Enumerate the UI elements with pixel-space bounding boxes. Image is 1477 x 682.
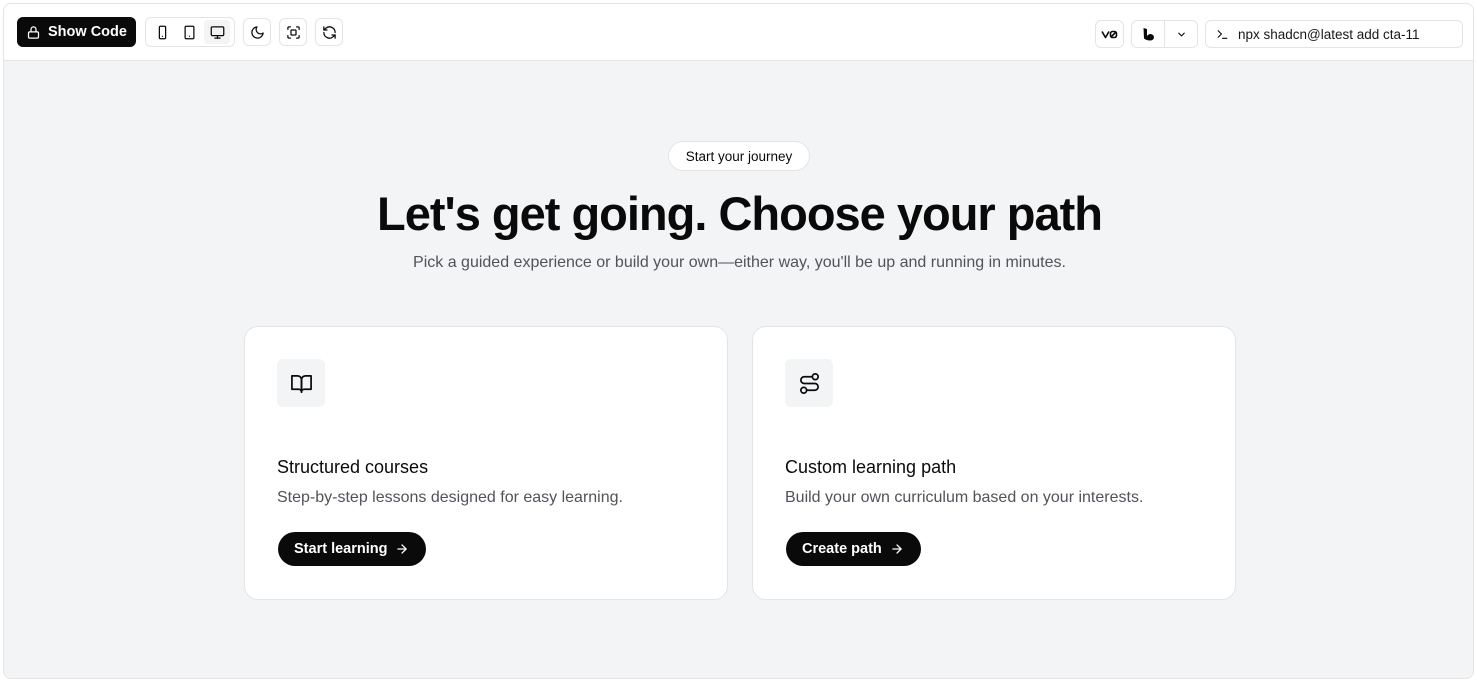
- lock-icon: [27, 25, 40, 39]
- refresh-button[interactable]: [315, 18, 343, 46]
- moon-icon: [250, 25, 264, 39]
- monitor-icon: [210, 25, 225, 39]
- card-custom-learning-path: Custom learning path Build your own curr…: [752, 326, 1236, 600]
- page-title: Let's get going. Choose your path: [377, 187, 1103, 240]
- card-title: Structured courses: [277, 457, 429, 477]
- book-open-icon: [290, 374, 312, 393]
- desktop-view-button[interactable]: [204, 20, 231, 44]
- show-code-label: Show Code: [48, 24, 127, 40]
- v0-logo-icon: [1101, 30, 1118, 38]
- route-icon: [799, 372, 819, 394]
- terminal-icon: [1217, 29, 1228, 39]
- scan-icon: [286, 25, 300, 39]
- toolbar: Show Code npx shadcn@latest add cta-11: [4, 4, 1473, 61]
- arrow-right-icon: [397, 544, 408, 554]
- refresh-icon: [322, 25, 336, 39]
- card-description: Build your own curriculum based on your …: [785, 489, 1144, 506]
- cli-command-text: npx shadcn@latest add cta-11: [1238, 26, 1420, 42]
- show-code-button[interactable]: Show Code: [17, 17, 136, 47]
- open-in-dropdown-button[interactable]: [1164, 21, 1197, 47]
- card-icon-container: [277, 359, 325, 407]
- device-switcher: [145, 17, 235, 47]
- create-path-button[interactable]: Create path: [786, 532, 921, 566]
- smartphone-icon: [158, 25, 167, 39]
- cta-section: Start your journey Let's get going. Choo…: [4, 61, 1473, 678]
- journey-badge: Start your journey: [668, 141, 810, 171]
- theme-toggle-button[interactable]: [243, 18, 271, 46]
- card-structured-courses: Structured courses Step-by-step lessons …: [244, 326, 728, 600]
- page-subtitle: Pick a guided experience or build your o…: [413, 254, 1066, 271]
- cli-command-copy[interactable]: npx shadcn@latest add cta-11: [1205, 20, 1463, 48]
- chevron-down-icon: [1177, 32, 1185, 36]
- start-learning-label: Start learning: [294, 541, 388, 557]
- fullscreen-button[interactable]: [279, 18, 307, 46]
- open-in-editor-button[interactable]: [1132, 21, 1164, 47]
- start-learning-button[interactable]: Start learning: [278, 532, 427, 566]
- open-in-editor-group: [1131, 20, 1198, 48]
- card-description: Step-by-step lessons designed for easy l…: [277, 489, 623, 506]
- tablet-icon: [184, 25, 195, 39]
- arrow-right-icon: [892, 544, 902, 554]
- create-path-label: Create path: [802, 541, 882, 557]
- mobile-view-button[interactable]: [150, 20, 176, 44]
- tablet-view-button[interactable]: [177, 20, 203, 44]
- editor-logo-icon: [1143, 28, 1154, 41]
- card-icon-container: [785, 359, 833, 407]
- open-in-v0-button[interactable]: [1095, 20, 1124, 48]
- card-title: Custom learning path: [785, 457, 957, 477]
- preview-frame: Show Code npx shadcn@latest add cta-11 S…: [3, 3, 1474, 679]
